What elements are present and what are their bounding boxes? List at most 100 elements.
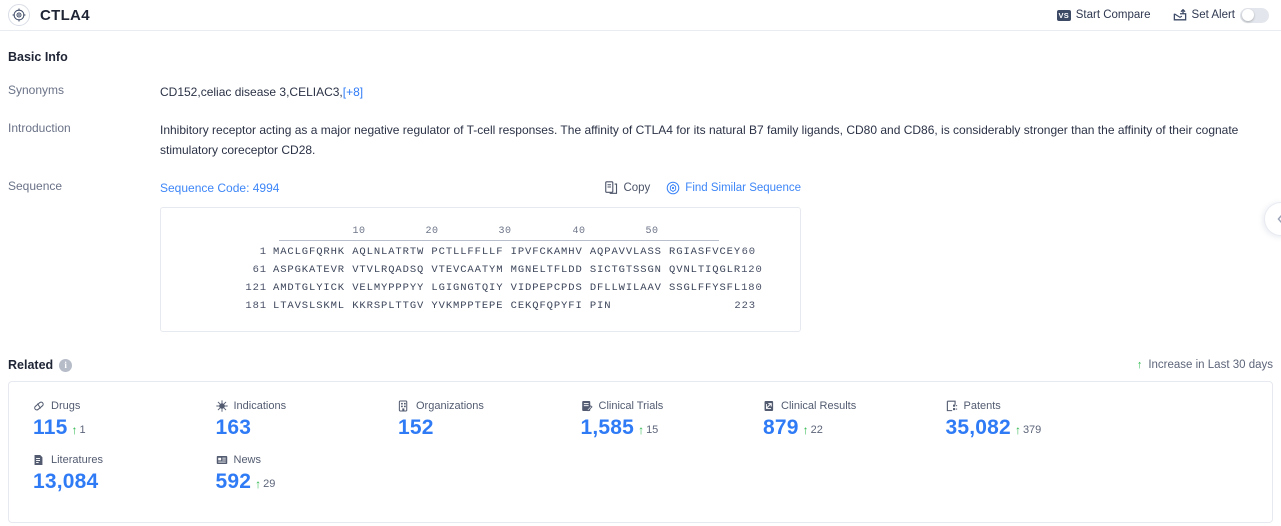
stat-body: 35,082 ↑ 379 [946, 416, 1105, 440]
stat-value: 592 [216, 470, 252, 494]
copy-icon [605, 181, 618, 195]
alert-bell-icon [1173, 9, 1187, 22]
stat-value: 35,082 [946, 416, 1011, 440]
stat-header: Clinical Trials [581, 400, 740, 412]
vs-badge-icon: VS [1057, 10, 1071, 21]
related-title-wrap: Related i [8, 358, 72, 372]
stat-clinical-trials[interactable]: Clinical Trials 1,585 ↑ 15 [557, 400, 740, 440]
ruler-tick: 50 [645, 222, 658, 242]
sequence-line-start: 1 [161, 243, 273, 261]
set-alert-label: Set Alert [1192, 9, 1235, 21]
introduction-value: Inhibitory receptor acting as a major ne… [160, 120, 1245, 160]
stat-clinical-results[interactable]: Clinical Results 879 ↑ 22 [739, 400, 922, 440]
stat-body: 163 [216, 416, 375, 440]
brand: CTLA4 [8, 4, 90, 26]
copy-button[interactable]: Copy [605, 178, 650, 198]
synonyms-more-link[interactable]: [+8] [343, 85, 363, 99]
stat-delta-value: 379 [1023, 424, 1041, 436]
stat-label: Clinical Trials [599, 400, 664, 412]
stat-news[interactable]: News 592 ↑ 29 [192, 454, 375, 494]
page-title: CTLA4 [40, 7, 90, 24]
stat-delta-value: 29 [263, 478, 275, 490]
stat-header: Indications [216, 400, 375, 412]
synonyms-value: CD152,celiac disease 3,CELIAC3, [160, 85, 343, 99]
sequence-label: Sequence [8, 178, 160, 193]
sequence-line-residues: LTAVSLSKML KKRSPLTTGV YVKMPPTEPE CEKQFQP… [273, 297, 611, 315]
stat-label: Literatures [51, 454, 103, 466]
stat-delta: ↑ 22 [803, 424, 823, 436]
stat-header: Drugs [33, 400, 192, 412]
stat-label: Clinical Results [781, 400, 856, 412]
clinical-trial-icon [581, 400, 593, 412]
app-header: CTLA4 VS Start Compare Set Alert [0, 0, 1281, 31]
stat-delta: ↑ 1 [71, 424, 85, 436]
sequence-actions: Copy Find Similar Sequence [605, 178, 801, 198]
increase-legend-label: Increase in Last 30 days [1148, 359, 1273, 371]
synonyms-label: Synonyms [8, 82, 160, 97]
sequence-viewer[interactable]: 10 20 30 40 50 1 MACLGFQRHK AQLNLATRTW P… [160, 207, 801, 332]
sequence-ruler: 10 20 30 40 50 [279, 222, 719, 243]
up-arrow-icon: ↑ [71, 424, 77, 436]
sequence-line: 121 AMDTGLYICK VELMYPPPYY LGIGNGTQIY VID… [161, 279, 800, 297]
sequence-value: Sequence Code: 4994 Copy [160, 178, 1273, 332]
ruler-tick: 20 [425, 222, 438, 242]
sequence-line-end: 60 [742, 243, 800, 261]
up-arrow-icon: ↑ [638, 424, 644, 436]
news-icon [216, 454, 228, 466]
start-compare-label: Start Compare [1076, 9, 1151, 21]
stat-delta: ↑ 15 [638, 424, 658, 436]
stat-delta: ↑ 379 [1015, 424, 1041, 436]
stat-patents[interactable]: Patents 35,082 ↑ 379 [922, 400, 1105, 440]
ruler-tick: 30 [498, 222, 511, 242]
sequence-line: 181 LTAVSLSKML KKRSPLTTGV YVKMPPTEPE CEK… [161, 297, 800, 315]
up-arrow-icon: ↑ [1015, 424, 1021, 436]
stat-label: News [234, 454, 262, 466]
stat-label: Drugs [51, 400, 80, 412]
stat-value: 1,585 [581, 416, 635, 440]
stat-delta-value: 22 [811, 424, 823, 436]
stat-value: 13,084 [33, 470, 98, 494]
stat-delta: ↑ 29 [255, 478, 275, 490]
synonyms-value-wrap: CD152,celiac disease 3,CELIAC3,[+8] [160, 82, 1273, 102]
clinical-result-icon [763, 400, 775, 412]
related-heading: Related i ↑ Increase in Last 30 days [8, 358, 1273, 372]
sequence-line-start: 61 [161, 261, 273, 279]
introduction-label: Introduction [8, 120, 160, 135]
virus-icon [216, 400, 228, 412]
set-alert-control[interactable]: Set Alert [1173, 8, 1269, 23]
header-actions: VS Start Compare Set Alert [1057, 8, 1273, 23]
find-similar-sequence-button[interactable]: Find Similar Sequence [666, 178, 801, 198]
stat-drugs[interactable]: Drugs 115 ↑ 1 [9, 400, 192, 440]
sequence-line-residues: MACLGFQRHK AQLNLATRTW PCTLLFFLLF IPVFCKA… [273, 243, 741, 261]
sequence-line-start: 121 [161, 279, 273, 297]
sequence-code[interactable]: Sequence Code: 4994 [160, 178, 279, 198]
find-similar-icon [666, 181, 680, 195]
stat-label: Patents [964, 400, 1001, 412]
stat-body: 1,585 ↑ 15 [581, 416, 740, 440]
stat-literatures[interactable]: Literatures 13,084 [9, 454, 192, 494]
sequence-line-end: 120 [741, 261, 807, 279]
ruler-line [279, 240, 719, 241]
sequence-line: 61 ASPGKATEVR VTVLRQADSQ VTEVCAATYM MGNE… [161, 261, 800, 279]
find-similar-label: Find Similar Sequence [685, 178, 801, 198]
up-arrow-icon: ↑ [1137, 360, 1143, 371]
start-compare-button[interactable]: VS Start Compare [1057, 9, 1151, 21]
stat-indications[interactable]: Indications 163 [192, 400, 375, 440]
sequence-line-residues: AMDTGLYICK VELMYPPPYY LGIGNGTQIY VIDPEPC… [273, 279, 741, 297]
related-stats-card: Drugs 115 ↑ 1 [8, 381, 1273, 523]
page-content: Basic Info Synonyms CD152,celiac disease… [0, 50, 1281, 523]
sequence-row: Sequence Sequence Code: 4994 [8, 178, 1273, 332]
basic-info-heading: Basic Info [8, 50, 1273, 64]
capsule-pill-icon [33, 400, 45, 412]
stat-value: 163 [216, 416, 252, 440]
sequence-line: 1 MACLGFQRHK AQLNLATRTW PCTLLFFLLF IPVFC… [161, 243, 800, 261]
info-icon[interactable]: i [59, 359, 72, 372]
stat-organizations[interactable]: Organizations 152 [374, 400, 557, 440]
stat-header: Clinical Results [763, 400, 922, 412]
ruler-tick: 10 [352, 222, 365, 242]
sequence-line-end: 223 [734, 297, 800, 315]
up-arrow-icon: ↑ [255, 478, 261, 490]
set-alert-toggle[interactable] [1240, 8, 1269, 23]
stat-delta-value: 15 [646, 424, 658, 436]
stat-value: 115 [33, 416, 67, 440]
